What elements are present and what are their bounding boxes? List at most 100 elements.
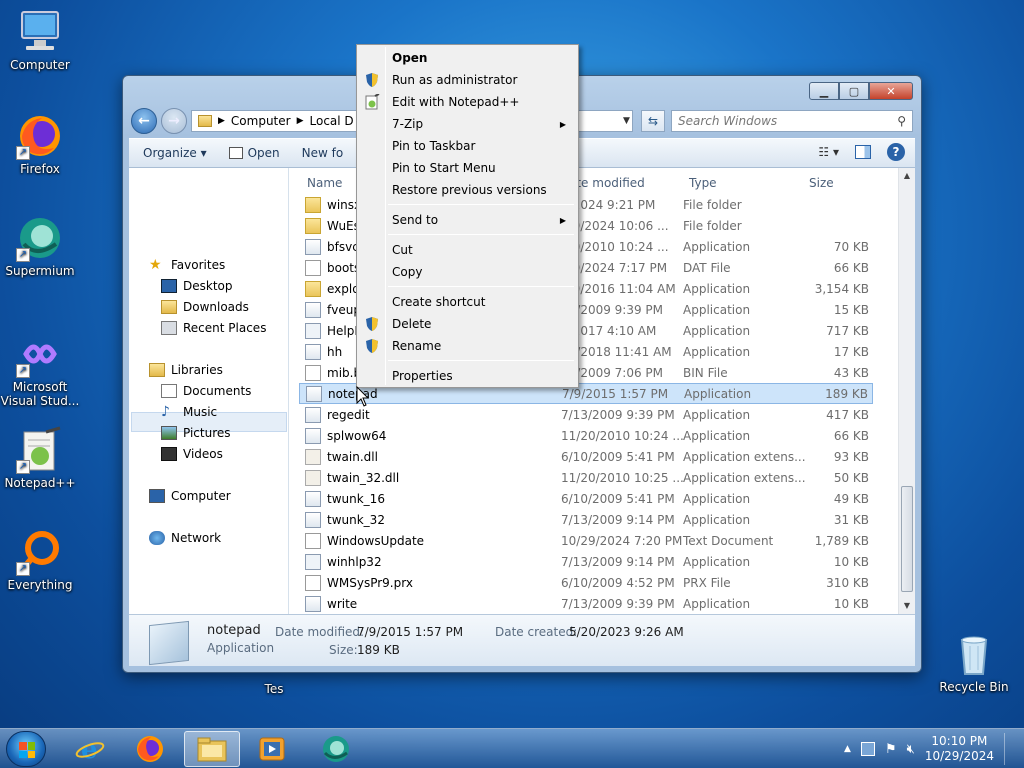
scroll-down-icon[interactable]: ▼ xyxy=(899,598,915,614)
details-date-modified: 7/9/2015 1:57 PM xyxy=(357,625,464,639)
search-input[interactable]: Search Windows ⚲ xyxy=(671,110,913,132)
file-type: Application extens... xyxy=(683,449,806,464)
firefox-icon xyxy=(137,736,163,762)
file-row[interactable]: twunk_16 6/10/2009 5:41 PM Application 49 K… xyxy=(299,488,873,509)
nav-libraries[interactable]: Libraries xyxy=(149,361,223,379)
organize-button[interactable]: Organize ▾ xyxy=(143,146,207,160)
menu-item-7zip[interactable]: 7-Zip ▶ xyxy=(359,113,576,135)
details-date-created: 5/20/2023 9:26 AM xyxy=(569,625,684,639)
nav-videos[interactable]: Videos xyxy=(161,445,223,463)
file-row[interactable]: twain_32.dll 11/20/2010 10:25 ... Applicat… xyxy=(299,467,873,488)
column-header-size[interactable]: Size xyxy=(809,176,834,192)
column-header-date[interactable]: ate modified xyxy=(569,176,645,192)
file-size: 31 KB xyxy=(833,512,869,527)
file-row[interactable]: write 7/13/2009 9:39 PM Application 10 KB xyxy=(299,593,873,614)
preview-pane-icon[interactable] xyxy=(855,145,871,159)
menu-item-run-as-administrator[interactable]: Run as administrator xyxy=(359,69,576,91)
folder-file-icon xyxy=(305,280,321,297)
column-header-type[interactable]: Type xyxy=(689,176,717,192)
taskbar-firefox[interactable] xyxy=(122,731,178,767)
scrollbar-thumb[interactable] xyxy=(901,486,913,592)
breadcrumb-computer[interactable]: Computer xyxy=(231,114,291,128)
file-date-modified: 6/10/2009 5:41 PM xyxy=(561,491,675,506)
column-header-name[interactable]: Name xyxy=(307,176,342,192)
file-row[interactable]: WindowsUpdate 10/29/2024 7:20 PM Text Docu… xyxy=(299,530,873,551)
txt-file-icon xyxy=(305,364,321,381)
file-row[interactable]: twunk_32 7/13/2009 9:14 PM Application 31 K… xyxy=(299,509,873,530)
network-tray-icon[interactable] xyxy=(860,742,875,756)
show-desktop-button[interactable] xyxy=(1004,733,1014,765)
refresh-button[interactable]: ⇆ xyxy=(641,110,665,132)
menu-item-cut[interactable]: Cut xyxy=(359,239,576,261)
taskbar-windows-explorer[interactable] xyxy=(184,731,240,767)
shortcut-arrow-icon: ↗ xyxy=(16,364,30,378)
file-row[interactable]: WMSysPr9.prx 6/10/2009 4:52 PM PRX File 310… xyxy=(299,572,873,593)
desktop-icon-visual-studio[interactable]: ↗ Microsoft Visual Stud... xyxy=(0,330,80,408)
new-folder-button[interactable]: New fo xyxy=(302,146,344,160)
show-hidden-icons-icon[interactable]: ▲ xyxy=(844,744,851,754)
action-center-flag-icon[interactable]: ⚑ xyxy=(885,742,897,757)
menu-item-rename[interactable]: Rename xyxy=(359,335,576,357)
nav-network[interactable]: Network xyxy=(149,529,221,547)
clock[interactable]: 10:10 PM 10/29/2024 xyxy=(925,734,994,764)
volume-muted-icon[interactable]: 🔇︎ xyxy=(907,742,915,757)
desktop-icon-everything[interactable]: ↗ Everything xyxy=(0,528,80,592)
menu-item-properties[interactable]: Properties xyxy=(359,365,576,387)
desktop-icon-firefox[interactable]: ↗ Firefox xyxy=(0,112,80,176)
menu-item-pin-to-start-menu[interactable]: Pin to Start Menu xyxy=(359,157,576,179)
file-type: Application xyxy=(683,596,751,611)
scroll-up-icon[interactable]: ▲ xyxy=(899,168,915,184)
nav-recent-places[interactable]: Recent Places xyxy=(161,319,266,337)
menu-item-open[interactable]: Open xyxy=(359,47,576,69)
menu-item-pin-to-taskbar[interactable]: Pin to Taskbar xyxy=(359,135,576,157)
desktop-icon-supermium[interactable]: ↗ Supermium xyxy=(0,214,80,278)
desktop-icon-label: Tes xyxy=(264,682,284,696)
file-row[interactable]: winhlp32 7/13/2009 9:14 PM Application 10 K… xyxy=(299,551,873,572)
breadcrumb-local-disk[interactable]: Local D xyxy=(310,114,354,128)
taskbar-supermium[interactable] xyxy=(308,731,364,767)
start-button[interactable] xyxy=(6,731,46,767)
nav-downloads[interactable]: Downloads xyxy=(161,298,249,316)
file-row[interactable]: twain.dll 6/10/2009 5:41 PM Application ex… xyxy=(299,446,873,467)
menu-item-restore-previous-versions[interactable]: Restore previous versions xyxy=(359,179,576,201)
close-button[interactable]: ✕ xyxy=(869,82,913,100)
menu-item-delete[interactable]: Delete xyxy=(359,313,576,335)
search-placeholder: Search Windows xyxy=(678,114,778,128)
file-type: Application xyxy=(683,323,751,338)
media-player-icon xyxy=(259,737,285,761)
nav-music[interactable]: ♪ Music xyxy=(161,403,217,421)
desktop-icon-notepadpp[interactable]: ↗ Notepad++ xyxy=(0,426,80,490)
back-button[interactable]: ← xyxy=(131,108,157,134)
nav-desktop[interactable]: Desktop xyxy=(161,277,233,295)
taskbar-media-player[interactable] xyxy=(244,731,300,767)
menu-item-create-shortcut[interactable]: Create shortcut xyxy=(359,291,576,313)
supermium-icon: ↗ xyxy=(16,214,64,262)
menu-item-edit-with-notepadpp[interactable]: Edit with Notepad++ xyxy=(359,91,576,113)
vertical-scrollbar[interactable]: ▲ ▼ xyxy=(898,168,915,614)
file-name: winhlp32 xyxy=(327,554,382,569)
maximize-button[interactable]: ▢ xyxy=(839,82,869,100)
file-row[interactable]: splwow64 11/20/2010 10:24 ... Application 6… xyxy=(299,425,873,446)
address-dropdown-icon[interactable]: ▼ xyxy=(623,110,637,132)
taskbar-internet-explorer[interactable]: e xyxy=(62,731,118,767)
exe-file-icon xyxy=(305,427,321,444)
minimize-button[interactable]: ▁ xyxy=(809,82,839,100)
nav-pictures[interactable]: Pictures xyxy=(161,424,231,442)
forward-button[interactable]: → xyxy=(161,108,187,134)
desktop-icon-recycle-bin[interactable]: Recycle Bin xyxy=(934,630,1014,694)
details-size: 189 KB xyxy=(357,643,400,657)
dll-file-icon xyxy=(305,469,321,486)
view-options-icon[interactable]: ☷ ▾ xyxy=(818,145,839,159)
desktop-icon-computer[interactable]: Computer xyxy=(0,8,80,72)
desktop-icon-partial[interactable]: Tes xyxy=(234,682,314,696)
help-icon[interactable]: ? xyxy=(887,143,905,161)
menu-item-copy[interactable]: Copy xyxy=(359,261,576,283)
nav-computer[interactable]: Computer xyxy=(149,487,231,505)
file-name: twunk_32 xyxy=(327,512,385,527)
menu-item-label: Run as administrator xyxy=(392,73,518,87)
menu-item-send-to[interactable]: Send to ▶ xyxy=(359,209,576,231)
open-button[interactable]: Open xyxy=(228,146,280,160)
file-row[interactable]: regedit 7/13/2009 9:39 PM Application 417 K… xyxy=(299,404,873,425)
nav-documents[interactable]: Documents xyxy=(161,382,251,400)
nav-favorites[interactable]: ★ Favorites xyxy=(149,256,225,274)
